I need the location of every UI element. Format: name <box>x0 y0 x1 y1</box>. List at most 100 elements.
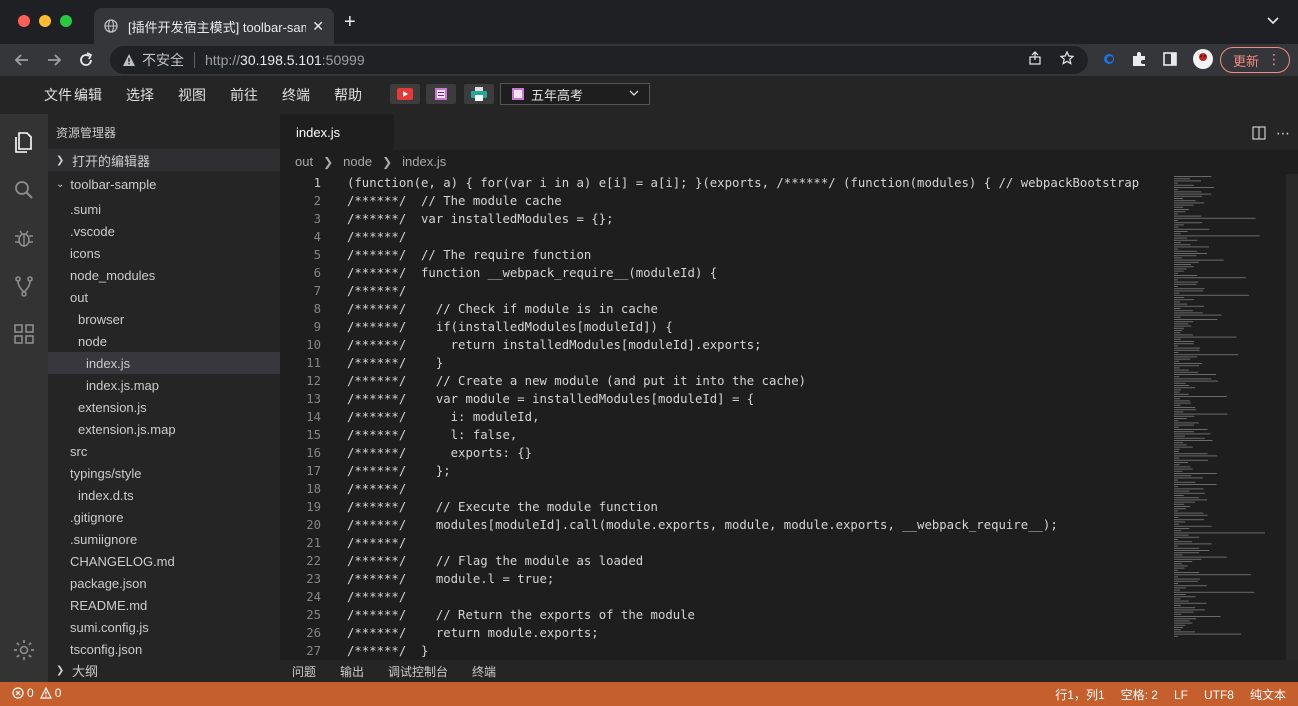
tree-item[interactable]: sumi.config.js <box>48 616 280 638</box>
breadcrumb-node[interactable]: node <box>343 154 372 169</box>
code-line[interactable]: 25 /******/ // Return the exports of the … <box>280 606 1170 624</box>
code-line[interactable]: 10 /******/ return installedModules[modul… <box>280 336 1170 354</box>
debug-bug-icon[interactable] <box>12 226 36 250</box>
toolbar-select[interactable]: 五年高考 <box>500 83 650 105</box>
code-line[interactable]: 21 /******/ <box>280 534 1170 552</box>
code-line[interactable]: 9 /******/ if(installedModules[moduleId])… <box>280 318 1170 336</box>
code-line[interactable]: 4 /******/ <box>280 228 1170 246</box>
code-line[interactable]: 6 /******/ function __webpack_require__(m… <box>280 264 1170 282</box>
code-line[interactable]: 7 /******/ <box>280 282 1170 300</box>
settings-gear-icon[interactable] <box>12 638 36 662</box>
toolbar-notebook-button[interactable] <box>426 84 456 104</box>
indentation[interactable]: 空格: 2 <box>1121 686 1158 703</box>
reload-icon[interactable] <box>76 50 96 70</box>
chevron-down-icon[interactable] <box>1266 14 1280 28</box>
tree-item[interactable]: typings/style <box>48 462 280 484</box>
code-line[interactable]: 23 /******/ module.l = true; <box>280 570 1170 588</box>
breadcrumb-out[interactable]: out <box>295 154 313 169</box>
code-line[interactable]: 13 /******/ var module = installedModules… <box>280 390 1170 408</box>
code-line[interactable]: 26 /******/ return module.exports; <box>280 624 1170 642</box>
code-line[interactable]: 16 /******/ exports: {} <box>280 444 1170 462</box>
menu-terminal[interactable]: 终端 <box>282 85 310 105</box>
code-line[interactable]: 3 /******/ var installedModules = {}; <box>280 210 1170 228</box>
code-line[interactable]: 18 /******/ <box>280 480 1170 498</box>
menu-view[interactable]: 视图 <box>178 85 206 105</box>
search-icon[interactable] <box>12 178 36 202</box>
tree-item[interactable]: README.md <box>48 594 280 616</box>
close-tab-icon[interactable]: ✕ <box>312 18 324 35</box>
sidepanel-icon[interactable] <box>1161 50 1179 68</box>
source-control-icon[interactable] <box>12 274 36 298</box>
close-window-button[interactable] <box>18 15 30 27</box>
editor-scrollbar[interactable] <box>1286 174 1298 660</box>
code-line[interactable]: 5 /******/ // The require function <box>280 246 1170 264</box>
editor-tab-index-js[interactable]: index.js <box>280 114 394 150</box>
code-line[interactable]: 14 /******/ i: moduleId, <box>280 408 1170 426</box>
toolbar-video-button[interactable] <box>390 84 420 104</box>
tree-item[interactable]: node_modules <box>48 264 280 286</box>
tree-item[interactable]: package.json <box>48 572 280 594</box>
more-icon[interactable]: ⋯ <box>1276 125 1290 142</box>
profile-avatar-icon[interactable] <box>1192 48 1214 70</box>
panel-tab-output[interactable]: 输出 <box>340 663 364 680</box>
menu-file[interactable]: 文件 <box>44 85 72 105</box>
split-editor-icon[interactable] <box>1252 126 1266 140</box>
code-line[interactable]: 1 (function(e, a) { for(var i in a) e[i] … <box>280 174 1170 192</box>
panel-tab-debug-console[interactable]: 调试控制台 <box>388 663 448 680</box>
error-count[interactable]: 0 <box>27 686 34 700</box>
code-view[interactable]: 1 (function(e, a) { for(var i in a) e[i] … <box>280 174 1170 660</box>
browser-tab[interactable]: [插件开发宿主模式] toolbar-sample ✕ <box>94 8 334 44</box>
code-line[interactable]: 15 /******/ l: false, <box>280 426 1170 444</box>
panel-tab-terminal[interactable]: 终端 <box>472 663 496 680</box>
code-line[interactable]: 11 /******/ } <box>280 354 1170 372</box>
warning-count[interactable]: 0 <box>55 686 62 700</box>
bookmark-star-icon[interactable] <box>1060 51 1074 65</box>
code-line[interactable]: 22 /******/ // Flag the module as loaded <box>280 552 1170 570</box>
back-icon[interactable] <box>12 50 32 70</box>
tree-item[interactable]: browser <box>48 308 280 330</box>
tree-item[interactable]: .vscode <box>48 220 280 242</box>
tree-item[interactable]: extension.js.map <box>48 418 280 440</box>
tree-item[interactable]: index.js.map <box>48 374 280 396</box>
encoding[interactable]: UTF8 <box>1204 688 1234 702</box>
tree-item[interactable]: index.d.ts <box>48 484 280 506</box>
menu-edit[interactable]: 编辑 <box>74 85 102 105</box>
open-editors-section[interactable]: ❯ 打开的编辑器 <box>48 149 280 171</box>
share-icon[interactable] <box>1028 51 1042 65</box>
url-bar[interactable]: 不安全 http:// 30.198.5.101 :50999 <box>110 46 1088 74</box>
tree-item[interactable]: extension.js <box>48 396 280 418</box>
breadcrumb-file[interactable]: index.js <box>402 154 446 169</box>
panel-tab-problems[interactable]: 问题 <box>292 663 316 680</box>
tree-item[interactable]: .gitignore <box>48 506 280 528</box>
code-line[interactable]: 20 /******/ modules[moduleId].call(module… <box>280 516 1170 534</box>
maximize-window-button[interactable] <box>60 15 72 27</box>
minimize-window-button[interactable] <box>39 15 51 27</box>
outline-section[interactable]: ❯ 大纲 <box>48 658 280 682</box>
toolbar-print-button[interactable] <box>464 84 494 104</box>
code-line[interactable]: 2 /******/ // The module cache <box>280 192 1170 210</box>
explorer-files-icon[interactable] <box>12 130 36 154</box>
code-line[interactable]: 19 /******/ // Execute the module functio… <box>280 498 1170 516</box>
menu-help[interactable]: 帮助 <box>334 85 362 105</box>
extension-logo-icon[interactable] <box>1100 50 1118 68</box>
code-line[interactable]: 27 /******/ } <box>280 642 1170 660</box>
menu-selection[interactable]: 选择 <box>126 85 154 105</box>
workspace-root[interactable]: ⌄ toolbar-sample <box>48 173 280 195</box>
tree-item[interactable]: index.js <box>48 352 280 374</box>
tree-item[interactable]: tsconfig.json <box>48 638 280 660</box>
tree-item[interactable]: .sumiignore <box>48 528 280 550</box>
code-line[interactable]: 24 /******/ <box>280 588 1170 606</box>
tree-item[interactable]: CHANGELOG.md <box>48 550 280 572</box>
new-tab-button[interactable]: + <box>344 12 356 32</box>
language-mode[interactable]: 纯文本 <box>1250 686 1286 703</box>
tree-item[interactable]: .sumi <box>48 198 280 220</box>
minimap[interactable] <box>1170 174 1296 660</box>
code-line[interactable]: 17 /******/ }; <box>280 462 1170 480</box>
code-line[interactable]: 8 /******/ // Check if module is in cache <box>280 300 1170 318</box>
tree-item[interactable]: src <box>48 440 280 462</box>
forward-icon[interactable] <box>44 50 64 70</box>
extensions-puzzle-icon[interactable] <box>1130 50 1148 68</box>
tree-item[interactable]: node <box>48 330 280 352</box>
line-ending[interactable]: LF <box>1174 688 1188 702</box>
menu-go[interactable]: 前往 <box>230 85 258 105</box>
